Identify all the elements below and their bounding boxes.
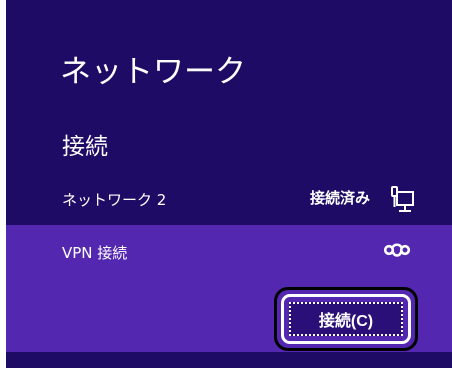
connection-status: 接続済み [309,189,370,207]
connect-button-label: 接続(C) [289,302,403,336]
selected-vpn-panel: VPN 接続 接続(C) [6,225,452,352]
vpn-name: VPN 接続 [62,244,128,262]
wired-network-icon [384,183,418,217]
vpn-link-icon [380,234,414,268]
pane-title: ネットワーク [60,54,246,90]
connect-button-focus-ring: 接続(C) [274,287,418,351]
connect-button[interactable]: 接続(C) [281,294,411,344]
connections-heading: 接続 [62,134,108,160]
network-name: ネットワーク 2 [62,191,167,209]
network-list-item[interactable]: ネットワーク 2 接続済み [6,172,452,228]
network-settings-pane: ネットワーク 接続 ネットワーク 2 接続済み VPN 接続 接続(C) [6,0,452,368]
vpn-list-item[interactable]: VPN 接続 [6,225,452,281]
